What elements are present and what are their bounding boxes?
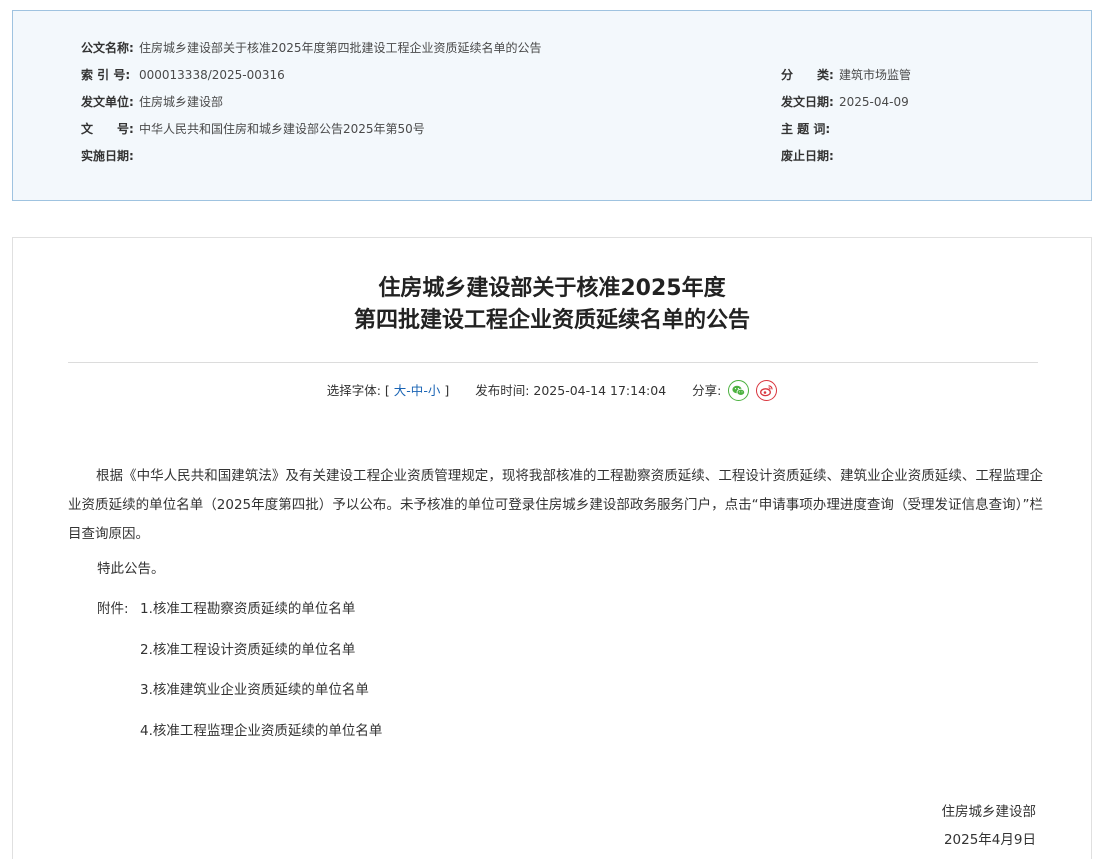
meta-effective: 实施日期:: [81, 148, 139, 164]
meta-index: 索 引 号: 000013338/2025-00316: [81, 67, 285, 83]
wechat-icon[interactable]: [728, 380, 750, 401]
meta-expiry-label: 废止日期:: [781, 149, 834, 163]
publish-time-label: 发布时间:: [475, 383, 530, 398]
meta-issuer-label: 发文单位:: [81, 95, 134, 109]
meta-issue-date: 发文日期: 2025-04-09: [781, 94, 909, 110]
attachment-link-2[interactable]: 2.核准工程设计资质延续的单位名单: [140, 640, 355, 660]
article-panel: 住房城乡建设部关于核准2025年度 第四批建设工程企业资质延续名单的公告 选择字…: [12, 237, 1092, 859]
meta-doc-name-label: 公文名称:: [81, 41, 134, 55]
attachment-link-4[interactable]: 4.核准工程监理企业资质延续的单位名单: [140, 721, 382, 741]
font-bracket-close: ]: [444, 383, 450, 398]
meta-doc-name: 公文名称: 住房城乡建设部关于核准2025年度第四批建设工程企业资质延续名单的公告: [81, 40, 542, 56]
attachment-link-1[interactable]: 1.核准工程勘察资质延续的单位名单: [140, 599, 355, 619]
attachment-link-3[interactable]: 3.核准建筑业企业资质延续的单位名单: [140, 680, 369, 700]
meta-doc-name-value: 住房城乡建设部关于核准2025年度第四批建设工程企业资质延续名单的公告: [139, 41, 542, 55]
meta-category: 分 类: 建筑市场监管: [781, 67, 911, 83]
meta-doc-no-label: 文 号:: [81, 122, 134, 136]
share-label: 分享:: [692, 383, 722, 398]
article-body: 根据《中华人民共和国建筑法》及有关建设工程企业资质管理规定，现将我部核准的工程勘…: [68, 462, 1043, 549]
meta-doc-no: 文 号: 中华人民共和国住房和城乡建设部公告2025年第50号: [81, 121, 425, 137]
meta-effective-label: 实施日期:: [81, 149, 134, 163]
article-title-line2: 第四批建设工程企业资质延续名单的公告: [353, 308, 750, 333]
meta-issuer-value: 住房城乡建设部: [139, 95, 224, 109]
font-large-link[interactable]: 大: [394, 383, 407, 398]
font-medium-link[interactable]: 中: [411, 383, 424, 398]
publish-time-value: 2025-04-14 17:14:04: [533, 383, 667, 398]
font-small-link[interactable]: 小: [428, 383, 441, 398]
title-divider: [68, 362, 1038, 363]
article-title: 住房城乡建设部关于核准2025年度 第四批建设工程企业资质延续名单的公告: [13, 273, 1091, 337]
meta-expiry: 废止日期:: [781, 148, 839, 164]
meta-issuer: 发文单位: 住房城乡建设部: [81, 94, 223, 110]
font-bracket-open: [: [384, 383, 390, 398]
sign-date: 2025年4月9日: [943, 832, 1036, 848]
meta-doc-no-value: 中华人民共和国住房和城乡建设部公告2025年第50号: [139, 122, 425, 136]
meta-subject: 主 题 词:: [781, 121, 839, 137]
attachment-label: 附件:: [97, 601, 129, 617]
article-toolbar: 选择字体: [ 大-中-小 ] 发布时间: 2025-04-14 17:14:0…: [13, 379, 1091, 403]
meta-subject-label: 主 题 词:: [781, 122, 831, 136]
meta-issue-date-value: 2025-04-09: [839, 95, 909, 109]
meta-index-value: 000013338/2025-00316: [139, 68, 285, 82]
notice-text: 特此公告。: [97, 561, 165, 577]
signature: 住房城乡建设部: [941, 804, 1037, 820]
weibo-icon[interactable]: [756, 380, 778, 401]
paragraph-1: 根据《中华人民共和国建筑法》及有关建设工程企业资质管理规定，现将我部核准的工程勘…: [68, 468, 1043, 542]
meta-index-label: 索 引 号:: [81, 68, 131, 82]
article-title-line1: 住房城乡建设部关于核准2025年度: [378, 276, 726, 301]
meta-category-value: 建筑市场监管: [839, 68, 912, 82]
meta-issue-date-label: 发文日期:: [781, 95, 834, 109]
font-select-label: 选择字体:: [326, 383, 381, 398]
meta-category-label: 分 类:: [781, 68, 834, 82]
metadata-panel: 公文名称: 住房城乡建设部关于核准2025年度第四批建设工程企业资质延续名单的公告…: [12, 10, 1092, 201]
